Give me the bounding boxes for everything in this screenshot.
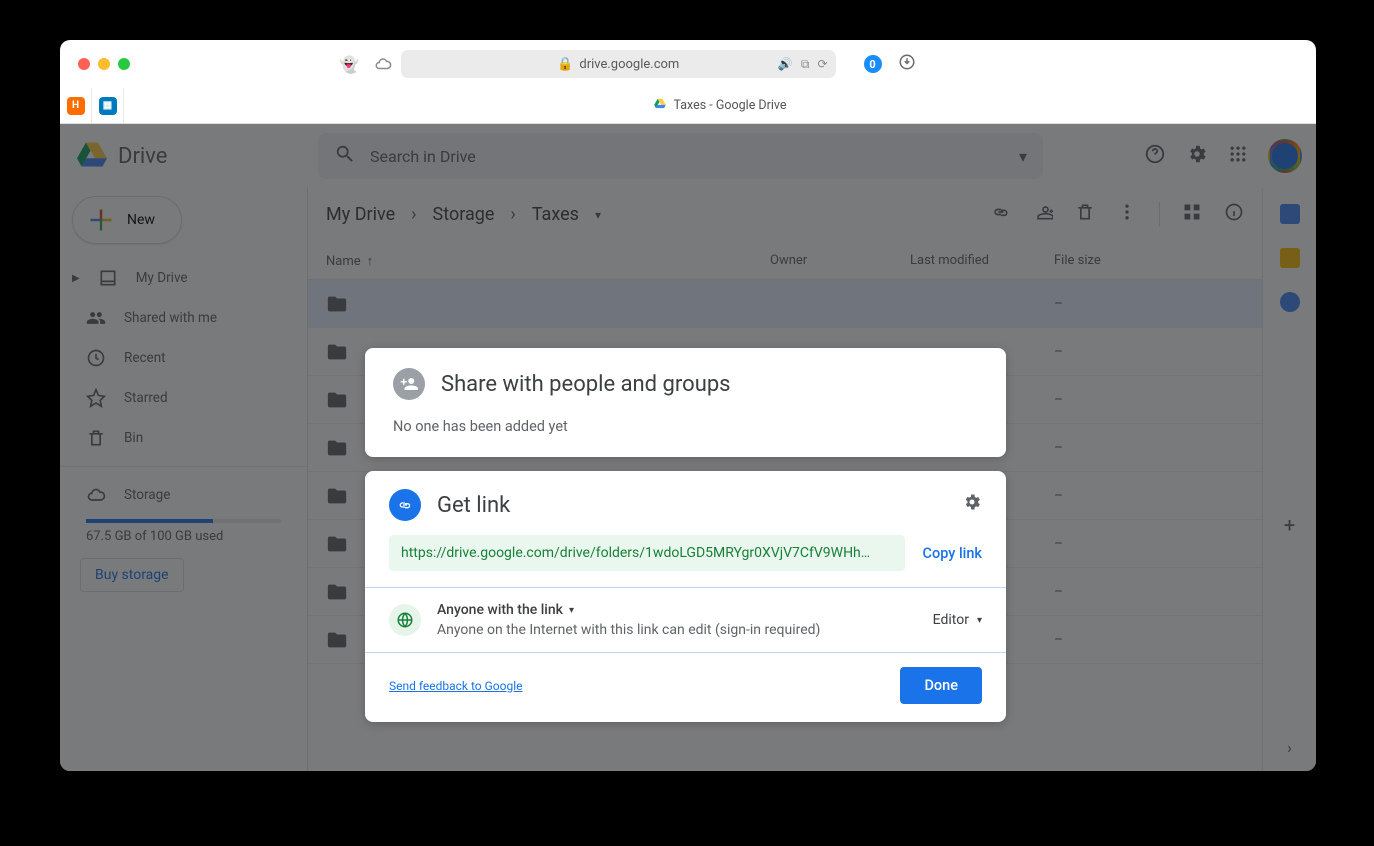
- window-controls: [78, 58, 130, 70]
- minimize-window-button[interactable]: [98, 58, 110, 70]
- cloud-icon[interactable]: [373, 54, 393, 74]
- tab-title: Taxes - Google Drive: [673, 98, 786, 113]
- pinned-tab-1[interactable]: H: [60, 88, 92, 123]
- chevron-down-icon: ▾: [977, 615, 982, 626]
- drive-favicon-icon: [653, 97, 667, 115]
- ghost-extension-icon[interactable]: 👻: [339, 54, 359, 74]
- access-scope-button[interactable]: Anyone with the link: [437, 602, 563, 618]
- downloads-icon[interactable]: [898, 53, 916, 75]
- drive-app: Drive Search in Drive ▾ New: [60, 124, 1316, 771]
- browser-window: 👻 🔒 drive.google.com 🔊 ⧉ ⟳ 0 H ▦: [60, 40, 1316, 771]
- role-select[interactable]: Editor ▾: [933, 612, 982, 628]
- share-card: Share with people and groups No one has …: [365, 348, 1006, 457]
- done-button[interactable]: Done: [900, 667, 982, 704]
- access-description: Anyone on the Internet with this link ca…: [437, 622, 820, 638]
- onepassword-icon[interactable]: 0: [864, 55, 882, 73]
- share-subtitle: No one has been added yet: [393, 418, 978, 435]
- reload-icon[interactable]: ⟳: [817, 57, 827, 71]
- maximize-window-button[interactable]: [118, 58, 130, 70]
- address-bar[interactable]: 🔒 drive.google.com 🔊 ⧉ ⟳: [401, 50, 836, 78]
- globe-icon: [389, 604, 421, 636]
- tab-strip: H ▦ Taxes - Google Drive: [60, 88, 1316, 124]
- feedback-link[interactable]: Send feedback to Google: [389, 679, 523, 693]
- share-dialog: Share with people and groups No one has …: [365, 348, 1006, 722]
- getlink-card: Get link https://drive.google.com/drive/…: [365, 471, 1006, 722]
- lock-icon: 🔒: [557, 57, 573, 72]
- copy-link-button[interactable]: Copy link: [923, 545, 983, 562]
- audio-indicator-icon[interactable]: 🔊: [778, 57, 793, 71]
- link-url-field[interactable]: https://drive.google.com/drive/folders/1…: [389, 535, 905, 571]
- close-window-button[interactable]: [78, 58, 90, 70]
- link-icon: [389, 489, 421, 521]
- getlink-title: Get link: [437, 493, 510, 518]
- pip-icon[interactable]: ⧉: [801, 57, 810, 72]
- pinned-tab-2[interactable]: ▦: [92, 88, 124, 123]
- link-settings-icon[interactable]: [962, 492, 982, 518]
- browser-titlebar: 👻 🔒 drive.google.com 🔊 ⧉ ⟳ 0: [60, 40, 1316, 88]
- active-tab[interactable]: Taxes - Google Drive: [124, 97, 1316, 115]
- share-title: Share with people and groups: [441, 372, 731, 397]
- person-add-icon: [393, 368, 425, 400]
- url-host: drive.google.com: [579, 57, 679, 72]
- chevron-down-icon[interactable]: ▾: [569, 605, 574, 616]
